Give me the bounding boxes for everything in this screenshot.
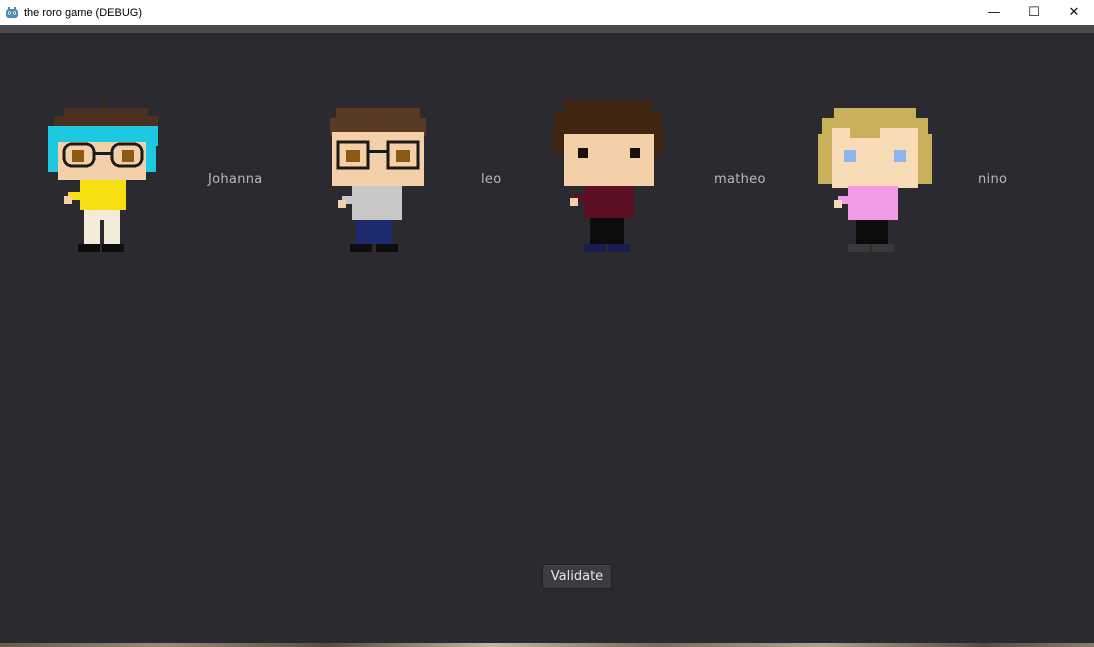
maximize-icon: ☐ [1028,5,1040,20]
character-sprite-nino[interactable] [814,104,936,256]
character-sprite-leo[interactable] [324,104,434,256]
godot-icon [6,6,18,18]
character-label-nino: nino [978,172,1008,187]
maximize-button[interactable]: ☐ [1014,0,1054,25]
character-sprite-matheo[interactable] [550,98,670,256]
validate-button[interactable]: Validate [542,564,612,589]
close-icon: ✕ [1068,5,1080,20]
character-label-johanna: Johanna [208,172,263,187]
minimize-icon: — [987,5,1001,20]
window-title: the roro game (DEBUG) [24,7,142,19]
close-button[interactable]: ✕ [1054,0,1094,25]
character-label-leo: leo [481,172,502,187]
top-border [0,25,1094,33]
validate-button-label: Validate [550,569,604,584]
character-sprite-johanna[interactable] [44,96,164,256]
minimize-button[interactable]: — [974,0,1014,25]
window-controls: — ☐ ✕ [974,0,1094,25]
taskbar-edge [0,643,1094,647]
window-titlebar: the roro game (DEBUG) — ☐ ✕ [0,0,1094,25]
character-label-matheo: matheo [714,172,766,187]
